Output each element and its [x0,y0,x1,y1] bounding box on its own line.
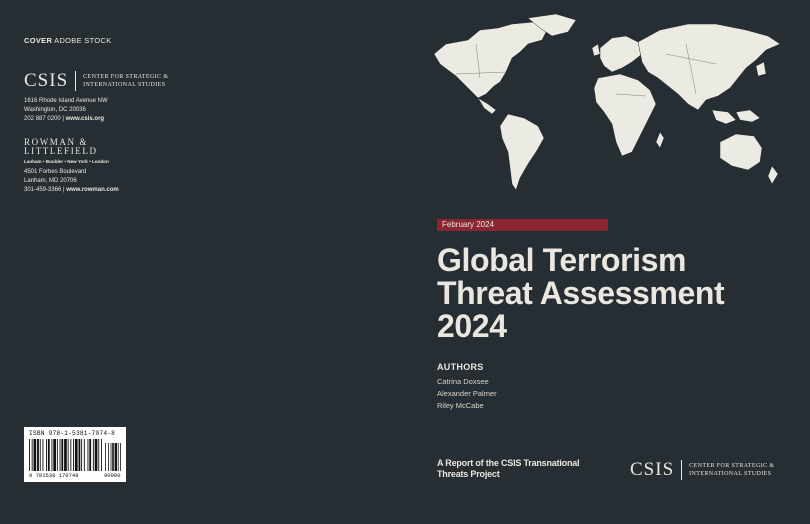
barcode-bar [81,439,83,471]
title-line3: 2024 [437,308,507,344]
logo-divider [681,460,683,480]
barcode-bar [101,439,102,471]
isbn-barcode: ISBN 978-1-5381-7074-8 9 781538 170748 9… [24,427,126,482]
barcode-addon: 90000 [104,472,121,479]
csis-logo-text: CSIS [24,70,69,91]
csis-full-name: CENTER FOR STRATEGIC & INTERNATIONAL STU… [689,462,774,478]
barcode-bar [83,439,85,471]
barcode-bar [94,439,98,471]
barcode-addon-bar [117,443,119,471]
publisher-phone: 301-459-3366 [24,187,62,193]
barcode-bar [64,439,67,471]
barcode-bar [89,439,92,471]
title-line1: Global Terrorism [437,242,687,278]
barcode-bar [67,439,69,471]
authors-heading: AUTHORS [437,362,484,372]
author-name: Catrina Doxsee [437,377,489,386]
publisher-address-block: 4501 Forbes Boulevard Lanham, MD 20706 3… [24,168,119,195]
barcode-bar [51,439,53,471]
barcode-bar [31,439,33,471]
csis-address-line1: 1616 Rhode Island Avenue NW [24,98,108,104]
publisher-logo: ROWMAN & LITTLEFIELD [24,138,98,156]
publisher-address-line1: 4501 Forbes Boulevard [24,169,87,175]
barcode-bar [29,439,30,471]
barcode-addon-bar [112,443,114,471]
barcode-addon-bar [110,443,112,471]
author-name: Alexander Palmer [437,389,497,398]
csis-address-line2: Washington, DC 20036 [24,107,86,113]
barcode-bar [46,439,47,471]
csis-contact: 202 887 0200 | www.csis.org [24,116,105,122]
author-name: Riley McCabe [437,401,484,410]
barcode-bar [92,439,94,471]
barcode-bar [33,439,37,471]
barcode-bar [37,439,39,471]
csis-full-line2: INTERNATIONAL STUDIES [689,471,772,477]
barcode-number: 9 781538 170748 [29,472,79,479]
csis-web: www.csis.org [65,116,105,122]
report-line1: A Report of the CSIS Transnational [437,458,580,468]
barcode-bar [61,439,64,471]
report-series: A Report of the CSIS Transnational Threa… [437,458,580,480]
barcode-image [29,439,121,471]
barcode-bar [78,439,81,471]
csis-full-line1: CENTER FOR STRATEGIC & [83,74,169,80]
barcode-bar [98,439,100,471]
publisher-web: www.rowman.com [66,187,119,193]
publisher-cities: Lanham • Boulder • New York • London [24,159,109,164]
csis-phone: 202 887 0200 [24,116,61,122]
barcode-addon-bar [108,443,109,471]
cover-credit-source: ADOBE STOCK [54,36,112,45]
csis-full-name: CENTER FOR STRATEGIC & INTERNATIONAL STU… [83,73,168,89]
publisher-address-line2: Lanham, MD 20706 [24,178,77,184]
barcode-bar [59,439,61,471]
title-line2: Threat Assessment [437,275,725,311]
barcode-bar [74,439,78,471]
barcode-bar [70,439,72,471]
barcode-bar [39,439,41,471]
world-map-image [433,14,781,191]
csis-full-line1: CENTER FOR STRATEGIC & [689,463,775,469]
logo-divider [75,71,77,91]
publisher-contact: 301-459-3366 | www.rowman.com [24,187,119,193]
barcode-bar [47,439,50,471]
isbn-text: ISBN 978-1-5381-7074-8 [29,430,116,437]
csis-logo-front: CSIS CENTER FOR STRATEGIC & INTERNATIONA… [630,459,774,481]
barcode-bar [73,439,74,471]
barcode-bar [53,439,56,471]
barcode-bar [87,439,89,471]
barcode-addon-bar [114,443,117,471]
barcode-bar [42,439,44,471]
publisher-line2: LITTLEFIELD [24,146,98,156]
barcode-addon-bar [120,443,121,471]
csis-full-line2: INTERNATIONAL STUDIES [83,82,166,88]
report-line2: Threats Project [437,469,500,479]
barcode-bar [56,439,58,471]
barcode-addon-bar [105,443,106,471]
report-title: Global Terrorism Threat Assessment 2024 [437,242,725,344]
csis-logo-text: CSIS [630,459,675,480]
csis-logo-back: CSIS CENTER FOR STRATEGIC & INTERNATIONA… [24,70,168,92]
date-band: February 2024 [437,219,608,231]
cover-label: COVER [24,36,53,45]
cover-credit: COVER ADOBE STOCK [24,36,112,45]
csis-address-block: 1616 Rhode Island Avenue NW Washington, … [24,97,108,124]
